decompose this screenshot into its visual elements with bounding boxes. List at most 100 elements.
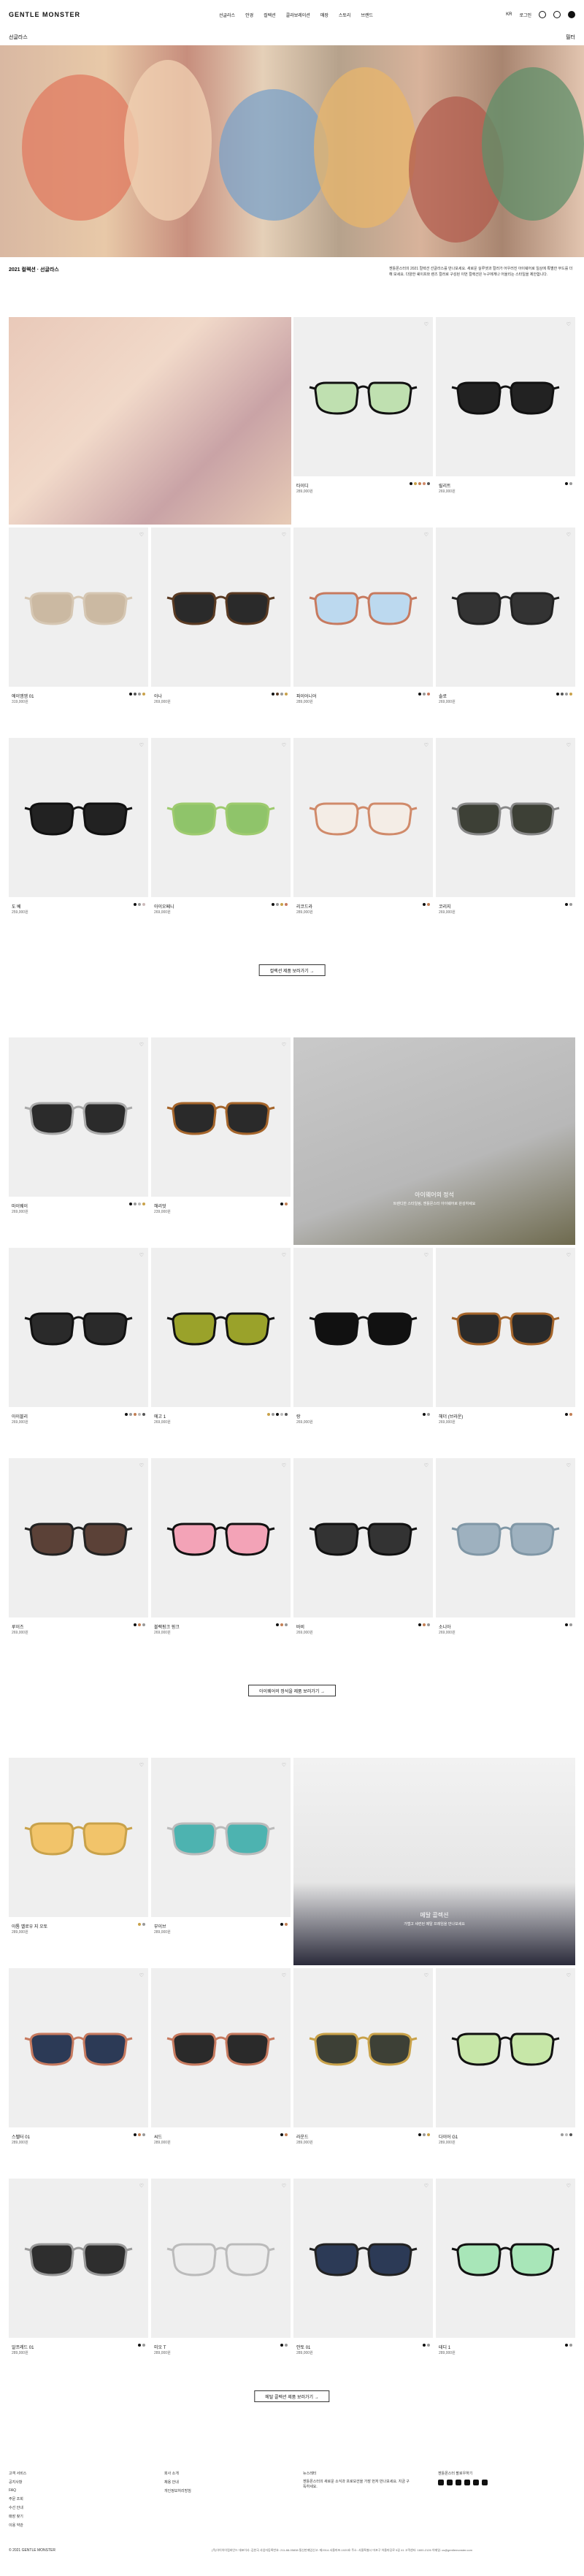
nav-collection[interactable]: 컬렉션: [264, 12, 276, 18]
product-name[interactable]: 부이브: [154, 1923, 166, 1929]
product-name[interactable]: 테디 1: [439, 2344, 450, 2350]
product-image[interactable]: ♡: [151, 1248, 291, 1407]
color-swatch[interactable]: [280, 2344, 283, 2347]
product-card[interactable]: ♡ 아이블리 269,000원: [7, 1246, 150, 1457]
product-name[interactable]: 블랙핑크 핑크: [154, 1623, 180, 1630]
color-swatch[interactable]: [569, 1623, 572, 1626]
product-card[interactable]: ♡ 안토 01 289,000원: [292, 2177, 434, 2388]
facebook-icon[interactable]: [447, 2480, 453, 2485]
color-swatch[interactable]: [565, 2344, 568, 2347]
footer-link[interactable]: FAQ: [9, 2488, 26, 2493]
product-image[interactable]: ♡: [151, 1458, 291, 1617]
color-swatch[interactable]: [410, 482, 412, 485]
section2-feature-image[interactable]: 아이웨어의 정석 트렌디한 스타일링, 젠틀몬스터 아이웨어로 완성하세요: [293, 1037, 575, 1245]
color-swatch[interactable]: [418, 482, 421, 485]
heart-icon[interactable]: ♡: [566, 1463, 571, 1468]
product-name[interactable]: 바비: [296, 1623, 304, 1630]
product-image[interactable]: ♡: [436, 317, 575, 476]
product-name[interactable]: 씨드: [154, 2133, 162, 2140]
product-name[interactable]: 파이어니어: [296, 693, 317, 699]
product-image[interactable]: ♡: [436, 527, 575, 687]
product-card[interactable]: ♡ 마이웨이 269,000원: [7, 1036, 150, 1246]
product-name[interactable]: 다이어 G1: [439, 2133, 458, 2140]
heart-icon[interactable]: ♡: [139, 1042, 144, 1048]
color-swatch[interactable]: [280, 1923, 283, 1926]
product-image[interactable]: ♡: [9, 527, 148, 687]
color-swatch[interactable]: [569, 693, 572, 696]
footer-link[interactable]: 고객 서비스: [9, 2471, 26, 2476]
footer-link[interactable]: 개인정보처리방침: [164, 2488, 191, 2493]
color-swatch[interactable]: [272, 1413, 274, 1416]
color-swatch[interactable]: [427, 482, 430, 485]
product-image[interactable]: ♡: [9, 1458, 148, 1617]
color-swatch[interactable]: [142, 2344, 145, 2347]
footer-link[interactable]: 회사 소개: [164, 2471, 191, 2476]
color-swatch[interactable]: [561, 693, 564, 696]
color-swatch[interactable]: [423, 2344, 426, 2347]
product-image[interactable]: ♡: [293, 317, 433, 476]
heart-icon[interactable]: ♡: [282, 1463, 286, 1468]
color-swatch[interactable]: [423, 2133, 426, 2136]
product-name[interactable]: 알프레드 01: [12, 2344, 34, 2350]
color-swatch[interactable]: [138, 1203, 141, 1205]
heart-icon[interactable]: ♡: [424, 742, 429, 748]
product-card[interactable]: ♡ 씨드 289,000원: [150, 1967, 292, 2177]
product-image[interactable]: ♡: [151, 1968, 291, 2127]
product-name[interactable]: 솔로: [439, 693, 447, 699]
color-swatch[interactable]: [561, 2133, 564, 2136]
product-card[interactable]: ♡ 아나 269,000원: [150, 526, 292, 736]
weibo-icon[interactable]: [482, 2480, 488, 2485]
color-swatch[interactable]: [427, 903, 430, 906]
product-card[interactable]: ♡ 도 베 259,000원: [7, 736, 150, 947]
heart-icon[interactable]: ♡: [139, 1252, 144, 1258]
heart-icon[interactable]: ♡: [566, 742, 571, 748]
color-swatch[interactable]: [569, 1413, 572, 1416]
color-swatch[interactable]: [280, 1203, 283, 1205]
bag-icon[interactable]: [568, 11, 575, 18]
color-swatch[interactable]: [142, 1923, 145, 1926]
product-name[interactable]: 에고 1: [154, 1413, 166, 1420]
product-name[interactable]: 릴리트: [439, 482, 451, 489]
color-swatch[interactable]: [285, 903, 288, 906]
color-swatch[interactable]: [569, 482, 572, 485]
heart-icon[interactable]: ♡: [424, 1252, 429, 1258]
section1-more-button[interactable]: 컬렉션 제품 보러가기 →: [258, 964, 326, 976]
color-swatch[interactable]: [423, 903, 426, 906]
heart-icon[interactable]: ♡: [566, 321, 571, 327]
product-name[interactable]: 미오 T: [154, 2344, 166, 2350]
color-swatch[interactable]: [138, 1923, 141, 1926]
product-name[interactable]: 해리엇: [154, 1203, 166, 1209]
footer-link[interactable]: 공지사항: [9, 2480, 26, 2485]
color-swatch[interactable]: [138, 2133, 141, 2136]
product-card[interactable]: ♡ 코리지 269,000원: [434, 736, 577, 947]
search-icon[interactable]: [539, 11, 546, 18]
product-card[interactable]: ♡ 릴리트 269,000원: [434, 316, 577, 526]
color-swatch[interactable]: [285, 1623, 288, 1626]
heart-icon[interactable]: ♡: [282, 1042, 286, 1048]
hero-banner[interactable]: [0, 45, 584, 257]
color-swatch[interactable]: [423, 1623, 426, 1626]
product-name[interactable]: 아이블리: [12, 1413, 28, 1420]
product-name[interactable]: 아이오페니: [154, 903, 174, 910]
product-card[interactable]: ♡ 부이브 289,000원: [150, 1756, 292, 1967]
footer-link[interactable]: 주문 조회: [9, 2496, 26, 2501]
color-swatch[interactable]: [285, 1923, 288, 1926]
product-image[interactable]: ♡: [436, 1248, 575, 1407]
product-card[interactable]: ♡ 에이엠엠 01 319,000원: [7, 526, 150, 736]
nav-story[interactable]: 스토리: [339, 12, 351, 18]
product-name[interactable]: 스펠터 01: [12, 2133, 30, 2140]
product-image[interactable]: ♡: [151, 738, 291, 897]
color-swatch[interactable]: [565, 903, 568, 906]
color-swatch[interactable]: [134, 2133, 137, 2136]
product-card[interactable]: ♡ 라운드 289,000원: [292, 1967, 434, 2177]
heart-icon[interactable]: ♡: [424, 1973, 429, 1978]
product-card[interactable]: ♡ 아톰 옐로우 지 오토 289,000원: [7, 1756, 150, 1967]
product-card[interactable]: ♡ 리코드라 289,000원: [292, 736, 434, 947]
heart-icon[interactable]: ♡: [139, 1973, 144, 1978]
product-image[interactable]: ♡: [293, 1458, 433, 1617]
color-swatch[interactable]: [276, 693, 279, 696]
product-name[interactable]: 라운드: [296, 2133, 309, 2140]
color-swatch[interactable]: [276, 903, 279, 906]
color-swatch[interactable]: [134, 1203, 137, 1205]
product-card[interactable]: ♡ 스펠터 01 289,000원: [7, 1967, 150, 2177]
